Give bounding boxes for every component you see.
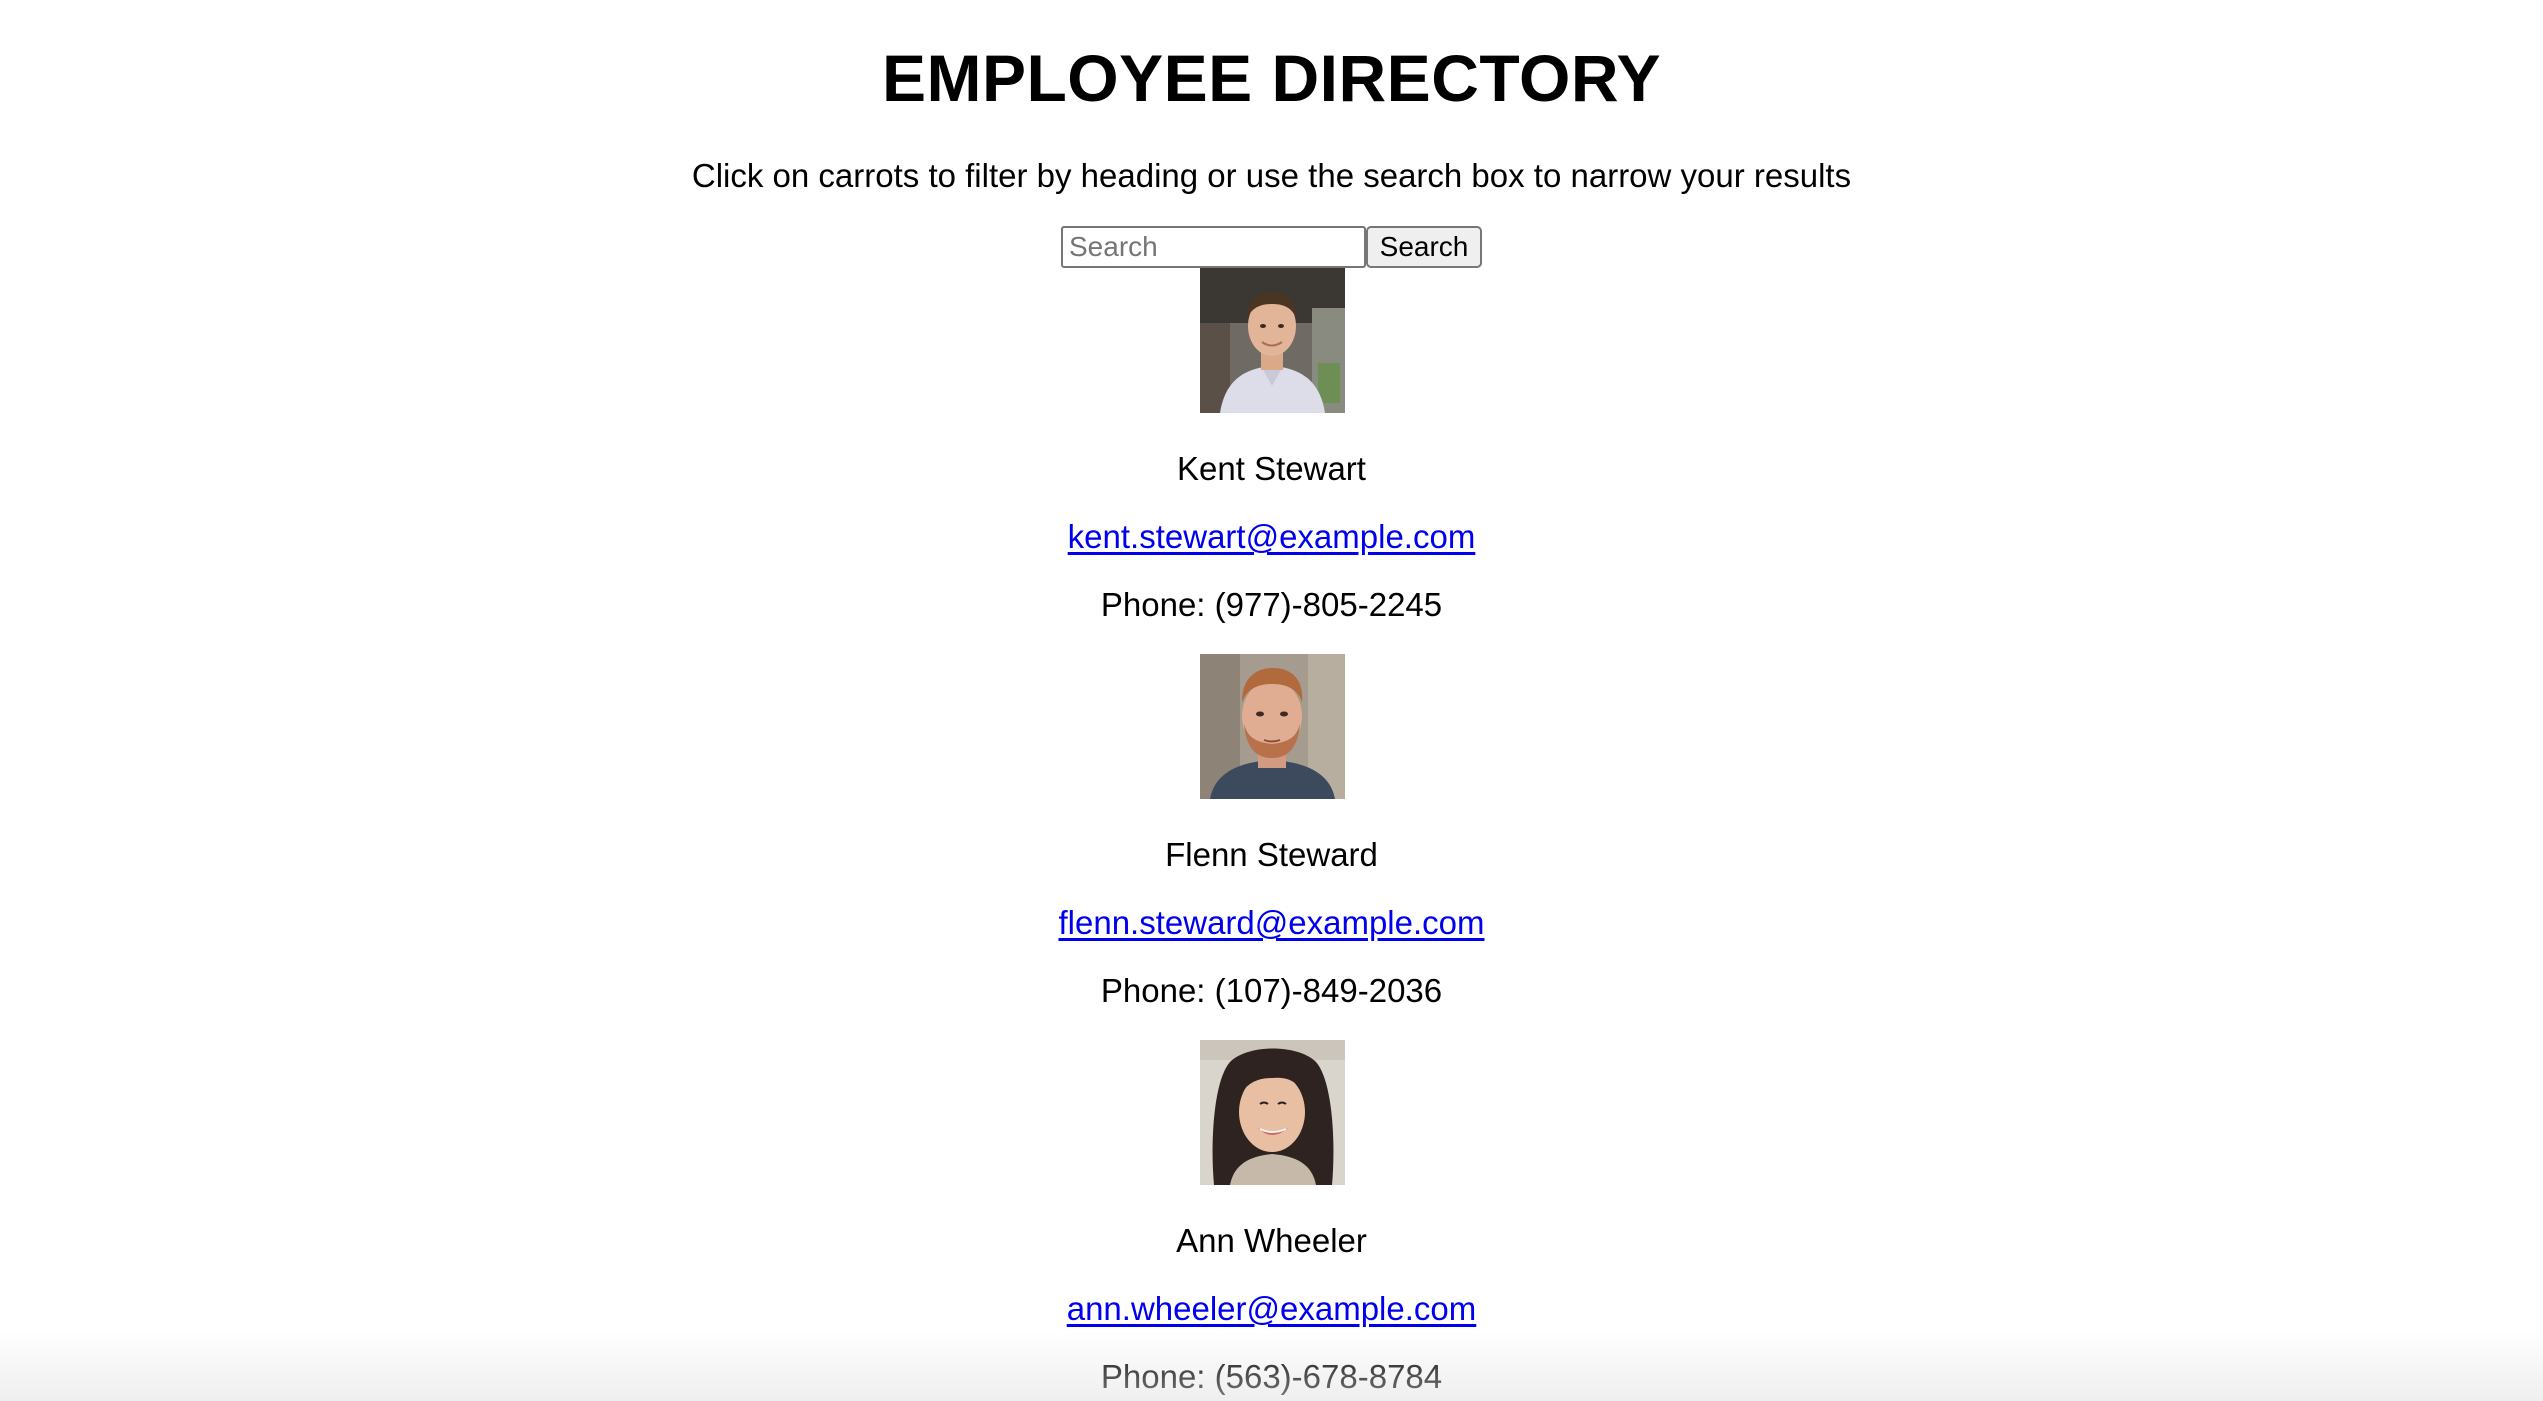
search-button[interactable]: Search (1366, 226, 1482, 268)
employee-photo (1200, 268, 1345, 413)
employee-directory-page: EMPLOYEE DIRECTORY Click on carrots to f… (0, 0, 2543, 1401)
search-input[interactable] (1061, 226, 1366, 268)
employee-card: Kent Stewart kent.stewart@example.com Ph… (0, 268, 2543, 654)
employee-name: Kent Stewart (1177, 450, 1366, 487)
instructions-text: Click on carrots to filter by heading or… (691, 157, 1852, 194)
employee-phone: Phone: (563)-678-8784 (1100, 1358, 1443, 1395)
search-form: Search (1061, 226, 1482, 268)
employee-phone: Phone: (977)-805-2245 (1100, 586, 1443, 623)
employee-phone: Phone: (107)-849-2036 (1100, 972, 1443, 1009)
page-title: EMPLOYEE DIRECTORY (881, 41, 1662, 115)
employee-email-link[interactable]: flenn.steward@example.com (1058, 904, 1484, 941)
employee-card: Flenn Steward flenn.steward@example.com … (0, 654, 2543, 1040)
employee-email-link[interactable]: ann.wheeler@example.com (1067, 1290, 1477, 1327)
employee-photo (1200, 1040, 1345, 1185)
employee-email-link[interactable]: kent.stewart@example.com (1068, 518, 1476, 555)
employee-name: Flenn Steward (1165, 836, 1378, 873)
employee-name: Ann Wheeler (1176, 1222, 1367, 1259)
employee-card: Ann Wheeler ann.wheeler@example.com Phon… (0, 1040, 2543, 1401)
employee-photo (1200, 654, 1345, 799)
